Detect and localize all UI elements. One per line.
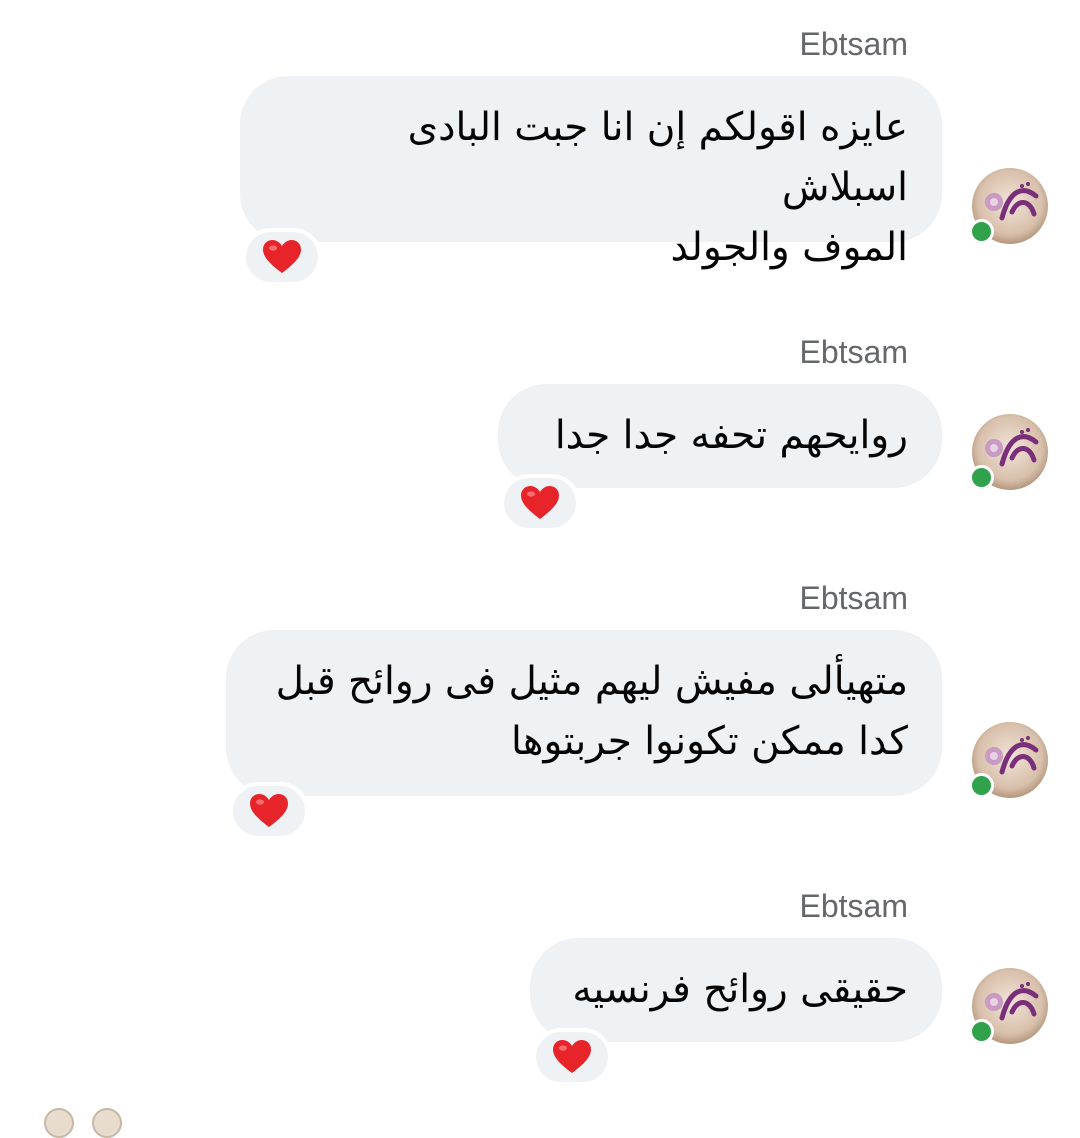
message-bubble[interactable]: حقيقى روائح فرنسيه: [530, 938, 942, 1042]
online-status-dot: [969, 1019, 994, 1044]
reaction-badge[interactable]: [242, 228, 322, 286]
message-bubble[interactable]: متهيألى مفيش ليهم مثيل فى روائح قبل كدا …: [226, 630, 942, 796]
seen-avatar: [92, 1108, 122, 1138]
reaction-badge[interactable]: [229, 782, 309, 840]
reaction-badge[interactable]: [500, 474, 580, 532]
seen-avatar: [44, 1108, 74, 1138]
sender-name: Ebtsam: [799, 580, 908, 616]
heart-icon: [553, 1040, 591, 1073]
seen-by-avatars: [44, 1108, 134, 1138]
sender-name: Ebtsam: [799, 26, 908, 62]
online-status-dot: [969, 465, 994, 490]
heart-icon: [250, 794, 288, 827]
sender-name: Ebtsam: [799, 334, 908, 370]
reaction-badge[interactable]: [532, 1028, 612, 1086]
message-bubble[interactable]: روايحهم تحفه جدا جدا: [498, 384, 942, 488]
heart-icon: [263, 240, 301, 273]
online-status-dot: [969, 219, 994, 244]
message-bubble[interactable]: عايزه اقولكم إن انا جبت البادى اسبلاش ال…: [240, 76, 942, 270]
sender-name: Ebtsam: [799, 888, 908, 924]
heart-icon: [521, 486, 559, 519]
online-status-dot: [969, 773, 994, 798]
